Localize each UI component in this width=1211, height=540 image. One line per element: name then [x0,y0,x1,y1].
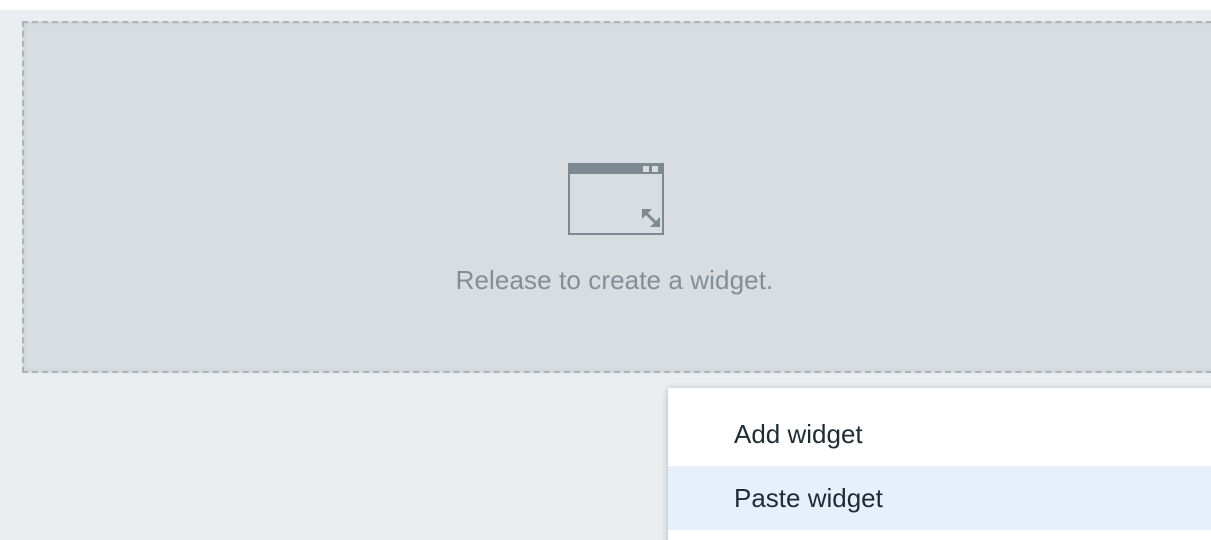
placeholder-message: Release to create a widget. [455,265,774,295]
menu-item-add-widget[interactable]: Add widget [668,402,1211,466]
menu-item-paste-widget[interactable]: Paste widget [668,466,1211,530]
dashboard-context-menu: Add widget Paste widget [668,388,1211,540]
dashboard-canvas: Release to create a widget. Add widget P… [0,0,1211,540]
widget-resize-icon [568,163,664,235]
dashboard-top-edge [0,0,1211,10]
new-widget-placeholder[interactable]: Release to create a widget. [22,21,1211,373]
